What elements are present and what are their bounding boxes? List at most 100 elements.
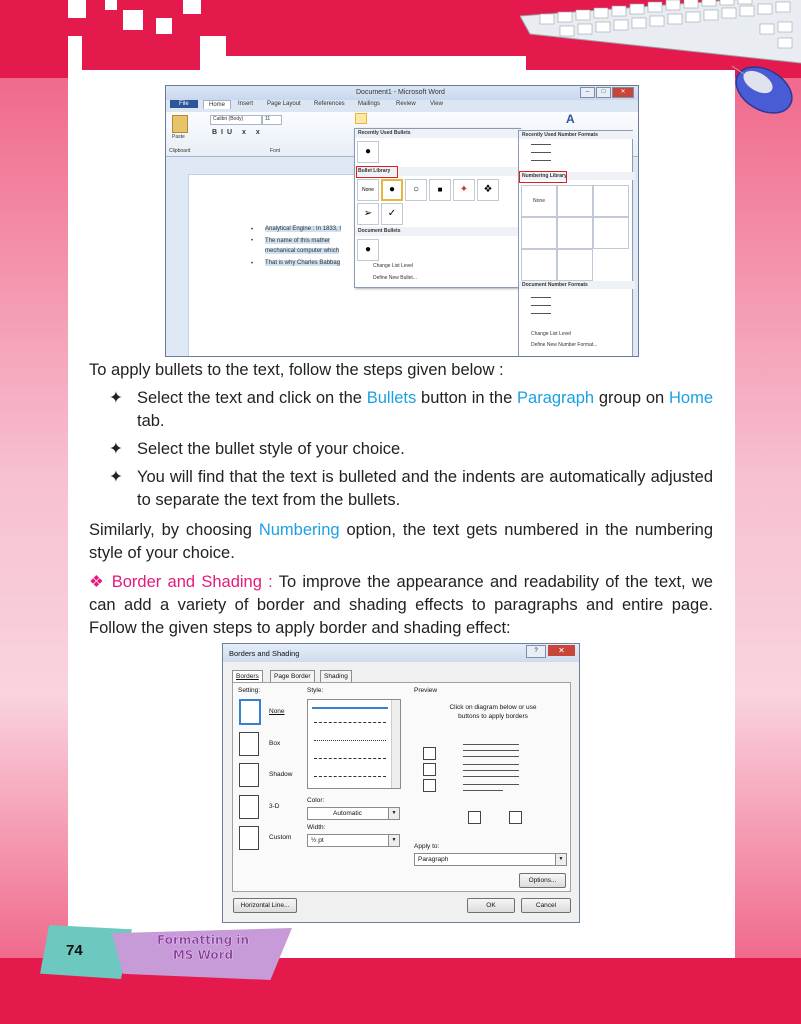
tab-file[interactable]: File xyxy=(170,100,198,108)
ok-button[interactable]: OK xyxy=(467,898,515,913)
options-button[interactable]: Options... xyxy=(519,873,566,888)
bullet-option[interactable]: ✓ xyxy=(381,203,403,225)
setting-box-icon[interactable] xyxy=(239,732,259,756)
chapter-title-badge: Formatting in MS Word xyxy=(112,928,292,980)
apply-to-label: Apply to: xyxy=(414,843,440,850)
setting-shadow-icon[interactable] xyxy=(239,763,259,787)
width-select[interactable]: ½ pt ▼ xyxy=(307,834,400,847)
star-bullet-icon: ✦ xyxy=(109,389,123,407)
tab-mailings[interactable]: Mailings xyxy=(358,101,380,107)
paste-icon[interactable] xyxy=(172,115,188,133)
style-list[interactable] xyxy=(307,699,401,789)
help-icon[interactable]: ? xyxy=(526,645,546,658)
decor-square xyxy=(123,10,143,30)
numbering-option[interactable] xyxy=(557,249,593,281)
setting-none-label[interactable]: None xyxy=(269,708,285,715)
diamond-bullet-icon: ❖ xyxy=(89,573,112,591)
chapter-title-line2: MS Word xyxy=(172,948,234,962)
change-list-level-item[interactable]: Change List Level xyxy=(531,331,571,337)
font-group-label: Font xyxy=(270,148,281,154)
tab-review[interactable]: Review xyxy=(396,101,416,107)
setting-shadow-label[interactable]: Shadow xyxy=(269,771,293,778)
bullet-option[interactable]: ○ xyxy=(405,179,427,201)
right-margin-band xyxy=(735,78,801,958)
tab-shading[interactable]: Shading xyxy=(320,670,352,682)
numbering-none-option[interactable]: None xyxy=(521,185,557,217)
style-label: Style: xyxy=(307,687,324,694)
bullet-option[interactable]: ● xyxy=(381,179,403,201)
numbering-option[interactable] xyxy=(557,217,593,249)
maximize-icon[interactable]: □ xyxy=(596,87,611,98)
bullet-none-option[interactable]: None xyxy=(357,179,379,201)
bullet-option[interactable]: ✦ xyxy=(453,179,475,201)
horizontal-line-button[interactable]: Horizontal Line... xyxy=(233,898,297,913)
bullet-option[interactable]: ● xyxy=(357,141,379,163)
bottom-border-icon[interactable] xyxy=(423,779,436,792)
bullets-dropdown: Recently Used Bullets ● Bullet Library N… xyxy=(354,128,523,288)
numbering-option[interactable] xyxy=(521,249,557,281)
font-format-buttons[interactable]: BIU x x xyxy=(212,129,264,136)
word-title-bar: Document1 - Microsoft Word – □ ✕ xyxy=(166,86,638,100)
decor-square xyxy=(176,36,200,64)
step-1: Select the text and click on the Bullets… xyxy=(137,389,713,430)
highlight-box xyxy=(356,166,398,178)
intro-text: To apply bullets to the text, follow the… xyxy=(89,361,504,379)
tab-view[interactable]: View xyxy=(430,101,443,107)
top-border-icon[interactable] xyxy=(423,747,436,760)
font-size-box[interactable]: 11 xyxy=(262,115,282,125)
chevron-down-icon: ▼ xyxy=(388,835,399,846)
bullet-option[interactable]: ■ xyxy=(429,179,451,201)
setting-3d-label[interactable]: 3-D xyxy=(269,803,279,810)
decor-square xyxy=(156,18,172,34)
left-margin-band xyxy=(0,78,68,958)
doc-line: mechanical computer which xyxy=(265,248,340,254)
bullets-button[interactable] xyxy=(355,113,367,124)
color-select[interactable]: Automatic ▼ xyxy=(307,807,400,820)
bullet-glyph: • xyxy=(251,238,254,244)
tab-references[interactable]: References xyxy=(314,101,345,107)
numbering-option[interactable] xyxy=(557,185,593,217)
borders-panel: Setting: None Box Shadow 3-D Custom Styl… xyxy=(232,682,571,892)
numbering-dropdown: Recently Used Number Formats Numbering L… xyxy=(518,130,635,356)
define-new-bullet-item[interactable]: Define New Bullet... xyxy=(373,275,417,281)
page-number: 74 xyxy=(66,942,83,959)
change-list-level-item[interactable]: Change List Level xyxy=(373,263,413,269)
minimize-icon[interactable]: – xyxy=(580,87,595,98)
cancel-button[interactable]: Cancel xyxy=(521,898,571,913)
bullet-option[interactable]: ❖ xyxy=(477,179,499,201)
clipboard-group-label: Clipboard xyxy=(169,148,191,154)
setting-custom-icon[interactable] xyxy=(239,826,259,850)
font-name-box[interactable]: Calibri (Body) xyxy=(210,115,262,125)
close-icon[interactable]: ✕ xyxy=(548,645,575,656)
numbering-option[interactable] xyxy=(593,217,629,249)
bullet-option[interactable]: ● xyxy=(357,239,379,261)
close-icon[interactable]: ✕ xyxy=(612,87,634,98)
styles-icon[interactable]: A xyxy=(566,112,575,126)
tab-page-border[interactable]: Page Border xyxy=(270,670,315,682)
apply-to-select[interactable]: Paragraph ▼ xyxy=(414,853,567,866)
middle-border-icon[interactable] xyxy=(423,763,436,776)
decor-square xyxy=(68,36,82,70)
bullet-option[interactable]: ➢ xyxy=(357,203,379,225)
setting-label: Setting: xyxy=(238,687,261,694)
numbering-option[interactable] xyxy=(593,185,629,217)
setting-3d-icon[interactable] xyxy=(239,795,259,819)
paste-label[interactable]: Paste xyxy=(172,134,185,140)
decor-square xyxy=(200,36,226,78)
numbering-option[interactable] xyxy=(521,217,557,249)
decor-square xyxy=(68,0,86,18)
setting-box-label[interactable]: Box xyxy=(269,740,280,747)
chevron-down-icon: ▼ xyxy=(388,808,399,819)
setting-custom-label[interactable]: Custom xyxy=(269,834,291,841)
tab-insert[interactable]: Insert xyxy=(238,101,253,107)
setting-none-icon[interactable] xyxy=(239,699,261,725)
word-screenshot: Document1 - Microsoft Word – □ ✕ File Home… xyxy=(165,85,639,357)
right-border-icon[interactable] xyxy=(509,811,522,824)
style-scrollbar[interactable] xyxy=(391,700,400,788)
tab-home[interactable]: Home xyxy=(203,100,232,109)
tab-page-layout[interactable]: Page Layout xyxy=(267,101,301,107)
decor-square xyxy=(183,0,201,14)
left-border-icon[interactable] xyxy=(468,811,481,824)
preview-diagram[interactable] xyxy=(451,738,531,802)
define-new-number-format-item[interactable]: Define New Number Format... xyxy=(531,342,597,348)
